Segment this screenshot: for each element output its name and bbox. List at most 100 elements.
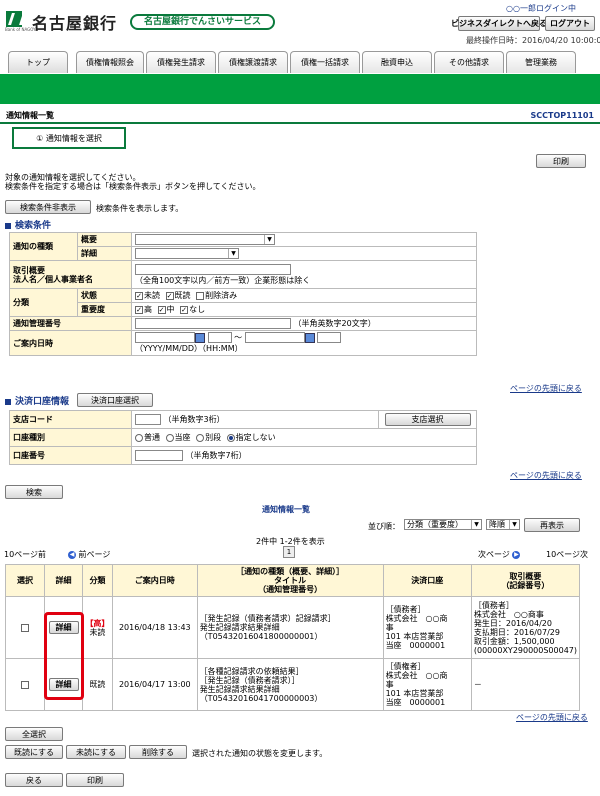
logout-button[interactable]: ログアウト <box>545 16 595 31</box>
col-deal-l2: （記録番号） <box>501 580 550 590</box>
search-button[interactable]: 検索 <box>5 485 63 499</box>
table-row: 詳細 既読 2016/04/17 13:00 ［各種記録請求の依頼結果］ ［発生記… <box>4 658 581 711</box>
col-select: 選択 <box>4 564 46 597</box>
next10-label: 10ページ次 <box>546 550 589 559</box>
print-button-top[interactable]: 印刷 <box>536 154 586 168</box>
tab-other[interactable]: その他請求 <box>434 51 504 73</box>
tab-issue[interactable]: 債権発生請求 <box>146 51 216 73</box>
mgmt-no-note: （半角英数字20文字） <box>293 319 376 328</box>
account-number-input[interactable] <box>135 450 183 461</box>
next-page[interactable]: 次ページ ▶ <box>478 549 521 560</box>
bank-name: 名古屋銀行 <box>32 14 118 33</box>
notice-table: 選択 詳細 分類 ご案内日時 ［通知の種類（概要、詳細）］ タイトル （通知管理番号… <box>4 564 581 711</box>
row-1-deal-l3: 発生日：2016/04/20 <box>473 618 552 628</box>
row-1-type-l1: ［発生記録（債務者請求）記録請求］ <box>199 614 336 623</box>
summary-select[interactable]: ▼ <box>135 234 275 245</box>
service-name: 名古屋銀行でんさいサービス <box>130 14 276 30</box>
page-title: 通知情報一覧 <box>6 110 54 120</box>
calendar-icon[interactable] <box>195 332 205 343</box>
row-1-type: ［発生記録（債務者請求）記録請求］ 発生記録請求結果詳細 （T05432016041… <box>196 596 384 659</box>
row-1-deal-l2: 株式会社 ○○商事 <box>473 609 544 619</box>
status-unread-label: 未読 <box>144 291 160 300</box>
resort-button[interactable]: 再表示 <box>524 518 580 532</box>
page-title-bar: 通知情報一覧 SCCTOP11101 <box>0 108 600 124</box>
page-top-link-3[interactable]: ページの先頭に戻る <box>516 712 588 723</box>
tab-batch[interactable]: 債権一括請求 <box>290 51 360 73</box>
prev10-label: 10ページ前 <box>4 550 47 559</box>
tab-loan[interactable]: 融資申込 <box>362 51 432 73</box>
tab-inquiry[interactable]: 債権情報照会 <box>76 51 144 73</box>
main-nav: トップ 債権情報照会 債権発生請求 債権譲渡請求 債権一括請求 融資申込 その他… <box>0 48 600 74</box>
type-special-radio[interactable] <box>196 433 205 442</box>
select-all-button[interactable]: 全選択 <box>5 727 63 741</box>
time-to-input[interactable] <box>317 332 342 343</box>
mark-unread-button[interactable]: 未読にする <box>66 745 126 759</box>
mgmt-no-input[interactable] <box>135 318 291 329</box>
priority-mid-checkbox[interactable]: ✓ <box>157 305 166 314</box>
priority-high-checkbox[interactable]: ✓ <box>135 305 143 314</box>
row-2-deal: － <box>470 658 581 711</box>
tab-top[interactable]: トップ <box>8 51 68 73</box>
branch-code-input[interactable] <box>135 414 161 425</box>
row-2-acc-l1: ［債権者］ <box>385 662 426 671</box>
account-section-title: 決済口座情報 <box>5 394 69 407</box>
row-2-checkbox[interactable] <box>20 680 29 689</box>
row-1-deal-l6: (00000XY290000S00047) <box>473 645 577 655</box>
order-value: 降順 <box>489 520 505 529</box>
page-top-link-2[interactable]: ページの先頭に戻る <box>510 470 582 481</box>
priority-none-checkbox[interactable]: ✓ <box>180 305 189 314</box>
type-normal-radio[interactable] <box>135 433 143 442</box>
row-2-type: ［各種記録請求の依頼結果］ ［発生記録（債務者請求）］ 発生記録請求結果詳細 （T05… <box>196 658 384 711</box>
row-2-date: 2016/04/17 13:00 <box>111 658 198 711</box>
type-normal-label: 普通 <box>144 433 160 442</box>
bizdirect-back-button[interactable]: ビジネスダイレクトへ戻る <box>451 16 547 31</box>
tab-admin[interactable]: 管理業務 <box>506 51 576 73</box>
status-unread-checkbox[interactable]: ✓ <box>135 291 143 300</box>
label-class: 分類 <box>9 288 78 317</box>
col-deal: 取引概要 （記録番号） <box>470 564 581 597</box>
row-1-deal-l1: ［債務者］ <box>473 600 514 610</box>
delete-button[interactable]: 削除する <box>129 745 187 759</box>
label-detail: 詳細 <box>77 246 132 261</box>
branch-select-button[interactable]: 支店選択 <box>384 413 471 426</box>
time-from-input[interactable] <box>207 332 232 343</box>
row-2-acc-l5: 当座 0000001 <box>385 698 446 707</box>
label-account-number: 口座番号 <box>9 446 132 465</box>
toggle-search-note: 検索条件を表示します。 <box>96 204 184 213</box>
toggle-search-button[interactable]: 検索条件非表示 <box>5 200 91 214</box>
status-deleted-checkbox[interactable] <box>196 291 205 300</box>
tab-transfer[interactable]: 債権譲渡請求 <box>218 51 288 73</box>
back-button[interactable]: 戻る <box>5 773 63 787</box>
type-current-label: 当座 <box>174 433 191 442</box>
sort-label: 並び順： <box>368 522 400 531</box>
type-current-radio[interactable] <box>165 433 174 442</box>
sort-select[interactable]: 分類（重要度） ▼ <box>404 519 482 530</box>
date-note: （YYYY/MM/DD）（HH:MM） <box>135 344 243 353</box>
table-header-row: 選択 詳細 分類 ご案内日時 ［通知の種類（概要、詳細）］ タイトル （通知管理番号… <box>4 564 581 597</box>
row-2-acc-l4: 101 本店営業部 <box>385 689 444 698</box>
highlight-detail-buttons <box>44 612 84 700</box>
row-2-type-l2: ［発生記録（債務者請求）］ <box>199 675 300 685</box>
type-none-radio[interactable] <box>226 433 235 442</box>
mark-read-button[interactable]: 既読にする <box>5 745 63 759</box>
calendar-icon[interactable] <box>304 332 315 343</box>
chevron-down-icon: ▼ <box>509 520 519 529</box>
date-to-input[interactable] <box>244 332 305 343</box>
order-select[interactable]: 降順 ▼ <box>486 519 520 530</box>
party-name-input[interactable] <box>135 263 291 275</box>
row-2-type-l4: （T05432016041700000003） <box>199 693 323 703</box>
row-1-acc-l3: 事 <box>385 623 394 632</box>
status-read-checkbox[interactable]: ✓ <box>165 291 174 300</box>
row-2-status: 既読 <box>89 680 106 689</box>
print-button-bottom[interactable]: 印刷 <box>66 773 124 787</box>
prev-page[interactable]: ◀ 前ページ <box>68 549 110 560</box>
date-from-input[interactable] <box>135 332 195 343</box>
page-number[interactable]: 1 <box>283 546 295 558</box>
screen-code: SCCTOP11101 <box>530 110 594 120</box>
label-branch: 支店コード <box>9 410 132 429</box>
row-1-account: ［債務者］ 株式会社 ○○商事 101 本店営業部 当座 0000001 <box>382 596 472 659</box>
page-top-link-1[interactable]: ページの先頭に戻る <box>510 383 582 394</box>
detail-select[interactable]: ▼ <box>135 248 239 259</box>
account-select-button[interactable]: 決済口座選択 <box>77 393 153 407</box>
row-1-checkbox[interactable] <box>20 623 29 632</box>
